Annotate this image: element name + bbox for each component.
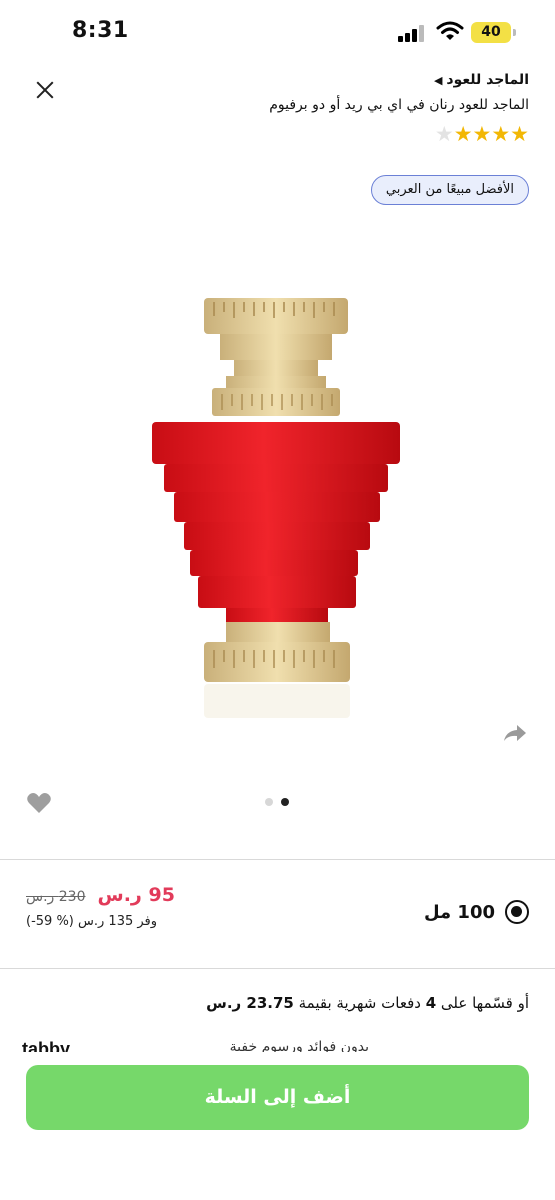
installment-count: 4 (425, 994, 437, 1012)
original-price: 230 ر.س (26, 889, 86, 905)
bestseller-badge: الأفضل مبيعًا من العربي (370, 175, 529, 205)
installment-amount: 23.75 ر.س (206, 994, 294, 1012)
installment-middle: دفعات شهرية بقيمة (298, 994, 421, 1012)
wifi-icon (436, 21, 464, 40)
add-to-cart-button[interactable]: أضف إلى السلة (26, 1065, 529, 1130)
gallery-pagination (265, 798, 289, 806)
status-bar: 8:31 40 (0, 0, 555, 62)
star-icon: ★ (453, 122, 473, 146)
star-icon: ★ (491, 122, 511, 146)
battery-icon: 40 (471, 22, 511, 43)
divider (0, 859, 555, 860)
installment-text: أو قسّمها على 4 دفعات شهرية بقيمة 23.75 … (206, 994, 529, 1012)
cta-bar: أضف إلى السلة (0, 1052, 555, 1200)
price-block: 95 ر.س 230 ر.س وفر 135 ر.س (% 59-) (26, 884, 176, 929)
heart-icon[interactable] (26, 792, 52, 814)
signal-icon (398, 24, 426, 42)
pagination-dot-active[interactable] (281, 798, 289, 806)
price-row: 95 ر.س 230 ر.س (26, 884, 176, 906)
star-icon: ★ (434, 122, 454, 146)
star-icon: ★ (472, 122, 492, 146)
size-label: 100 مل (423, 901, 495, 923)
chevron-left-icon: ◀ (433, 73, 443, 87)
size-option[interactable]: 100 مل (424, 900, 529, 924)
brand-link[interactable]: الماجد للعود ◀ (434, 72, 529, 88)
radio-selected-icon[interactable] (505, 900, 529, 924)
battery-tip (513, 29, 516, 36)
status-time: 8:31 (72, 18, 129, 43)
share-icon[interactable] (502, 722, 528, 744)
divider (0, 968, 555, 969)
product-image[interactable] (140, 290, 420, 730)
close-icon[interactable] (30, 76, 60, 106)
rating-stars[interactable]: ★ ★ ★ ★ ★ (435, 122, 529, 146)
product-title: الماجد للعود رنان في اي بي ريد أو دو برف… (269, 97, 529, 113)
pagination-dot[interactable] (265, 798, 273, 806)
installment-prefix: أو قسّمها على (440, 994, 529, 1012)
brand-name: الماجد للعود (446, 72, 529, 88)
star-icon: ★ (510, 122, 529, 146)
current-price: 95 ر.س (97, 884, 175, 906)
savings-text: وفر 135 ر.س (% 59-) (26, 914, 158, 929)
